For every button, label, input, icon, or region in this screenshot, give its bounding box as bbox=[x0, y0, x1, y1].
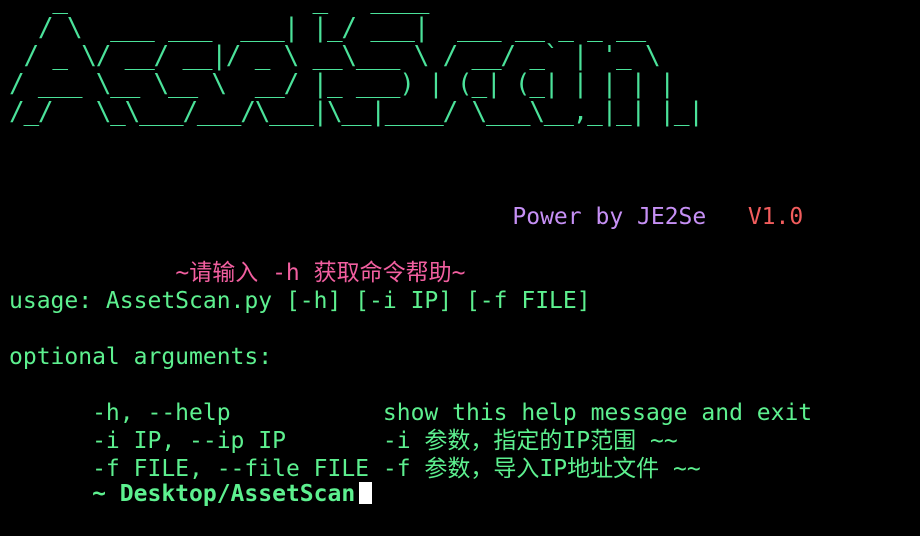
optional-arguments-heading: optional arguments: bbox=[9, 344, 273, 370]
version-text: V1.0 bbox=[747, 204, 804, 230]
option-description: -f 参数，导入IP地址文件 ~~ bbox=[382, 456, 701, 482]
usage-line: usage: AssetScan.py [-h] [-i IP] [-f FIL… bbox=[9, 288, 591, 314]
prompt-path: ~ Desktop/AssetScan bbox=[64, 481, 356, 507]
terminal-window[interactable]: _ _ ____ / \ ___ ___ ___| |_/ ___| ___ _… bbox=[0, 0, 920, 507]
shell-prompt-line[interactable]: ~ Desktop/AssetScan bbox=[9, 452, 373, 536]
asset-scan-ascii-banner: _ _ ____ / \ ___ ___ ___| |_/ ___| ___ _… bbox=[9, 0, 704, 127]
text-cursor[interactable] bbox=[359, 482, 373, 504]
help-hint-text: ~请输入 -h 获取命令帮助~ bbox=[175, 260, 466, 286]
power-by-text: Power by JE2Se bbox=[512, 204, 707, 230]
